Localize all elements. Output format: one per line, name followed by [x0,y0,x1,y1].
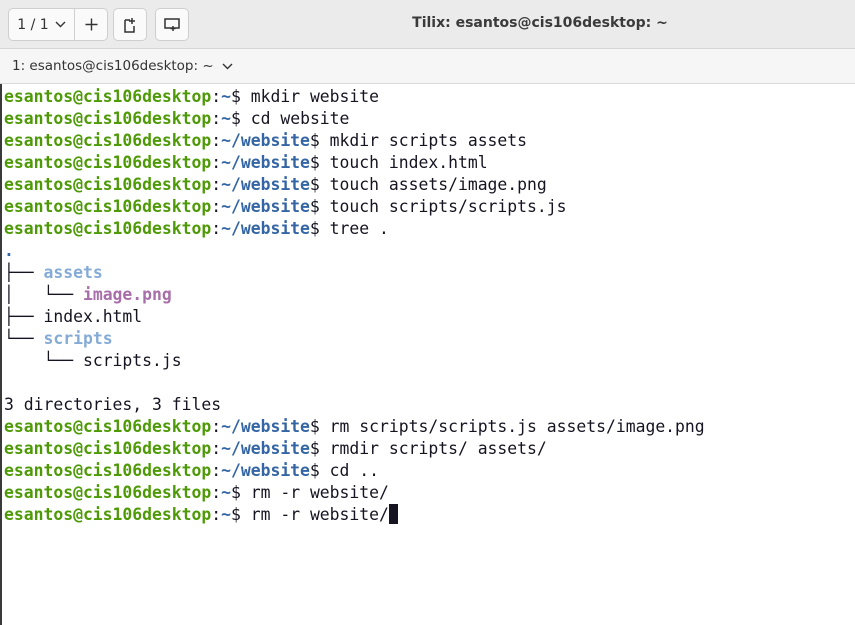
terminal-line: esantos@cis106desktop:~/website$ mkdir s… [4,131,528,150]
add-terminal-button[interactable] [75,9,107,40]
session-dropdown[interactable]: 1 / 1 [9,9,75,40]
header-bar: 1 / 1 Tilix: esantos@cis106desktop: ~ [0,0,855,49]
new-session-icon [124,17,135,33]
chevron-down-icon [55,21,66,28]
session-tab[interactable]: 1: esantos@cis106desktop: ~ [12,58,233,74]
terminal-line: esantos@cis106desktop:~$ cd website [4,109,350,128]
tree-line: ├── index.html [4,307,143,326]
tree-summary: 3 directories, 3 files [4,395,222,414]
terminal-line: esantos@cis106desktop:~$ rm -r website/ [4,504,855,526]
terminal-line: esantos@cis106desktop:~/website$ rm scri… [4,417,705,436]
session-tab-bar: 1: esantos@cis106desktop: ~ [0,49,855,84]
tree-root: . [4,241,14,260]
terminal-line: esantos@cis106desktop:~/website$ touch a… [4,175,547,194]
terminal-line: esantos@cis106desktop:~$ mkdir website [4,87,380,106]
session-counter: 1 / 1 [17,16,49,33]
chevron-down-icon[interactable] [222,63,233,70]
tree-line: ├── assets [4,263,103,282]
terminal-line: esantos@cis106desktop:~/website$ touch s… [4,197,567,216]
terminal-line: esantos@cis106desktop:~/website$ cd .. [4,461,380,480]
text-cursor [388,504,398,524]
tree-line: └── scripts [4,329,113,348]
split-terminal-icon [164,17,180,31]
session-tab-label: 1: esantos@cis106desktop: ~ [12,58,214,74]
plus-icon [85,18,97,31]
terminal-line: esantos@cis106desktop:~$ rm -r website/ [4,483,389,502]
terminal-line: esantos@cis106desktop:~/website$ touch i… [4,153,488,172]
terminal-line: esantos@cis106desktop:~/website$ rmdir s… [4,439,547,458]
new-session-button[interactable] [113,8,147,41]
window-title: Tilix: esantos@cis106desktop: ~ [412,15,668,31]
tree-line: └── scripts.js [4,351,182,370]
terminal-output[interactable]: esantos@cis106desktop:~$ mkdir website e… [0,84,855,625]
tree-line: │ └── image.png [4,285,172,304]
split-terminal-button[interactable] [155,8,189,41]
terminal-line: esantos@cis106desktop:~/website$ tree . [4,219,389,238]
session-switcher: 1 / 1 [8,8,108,41]
